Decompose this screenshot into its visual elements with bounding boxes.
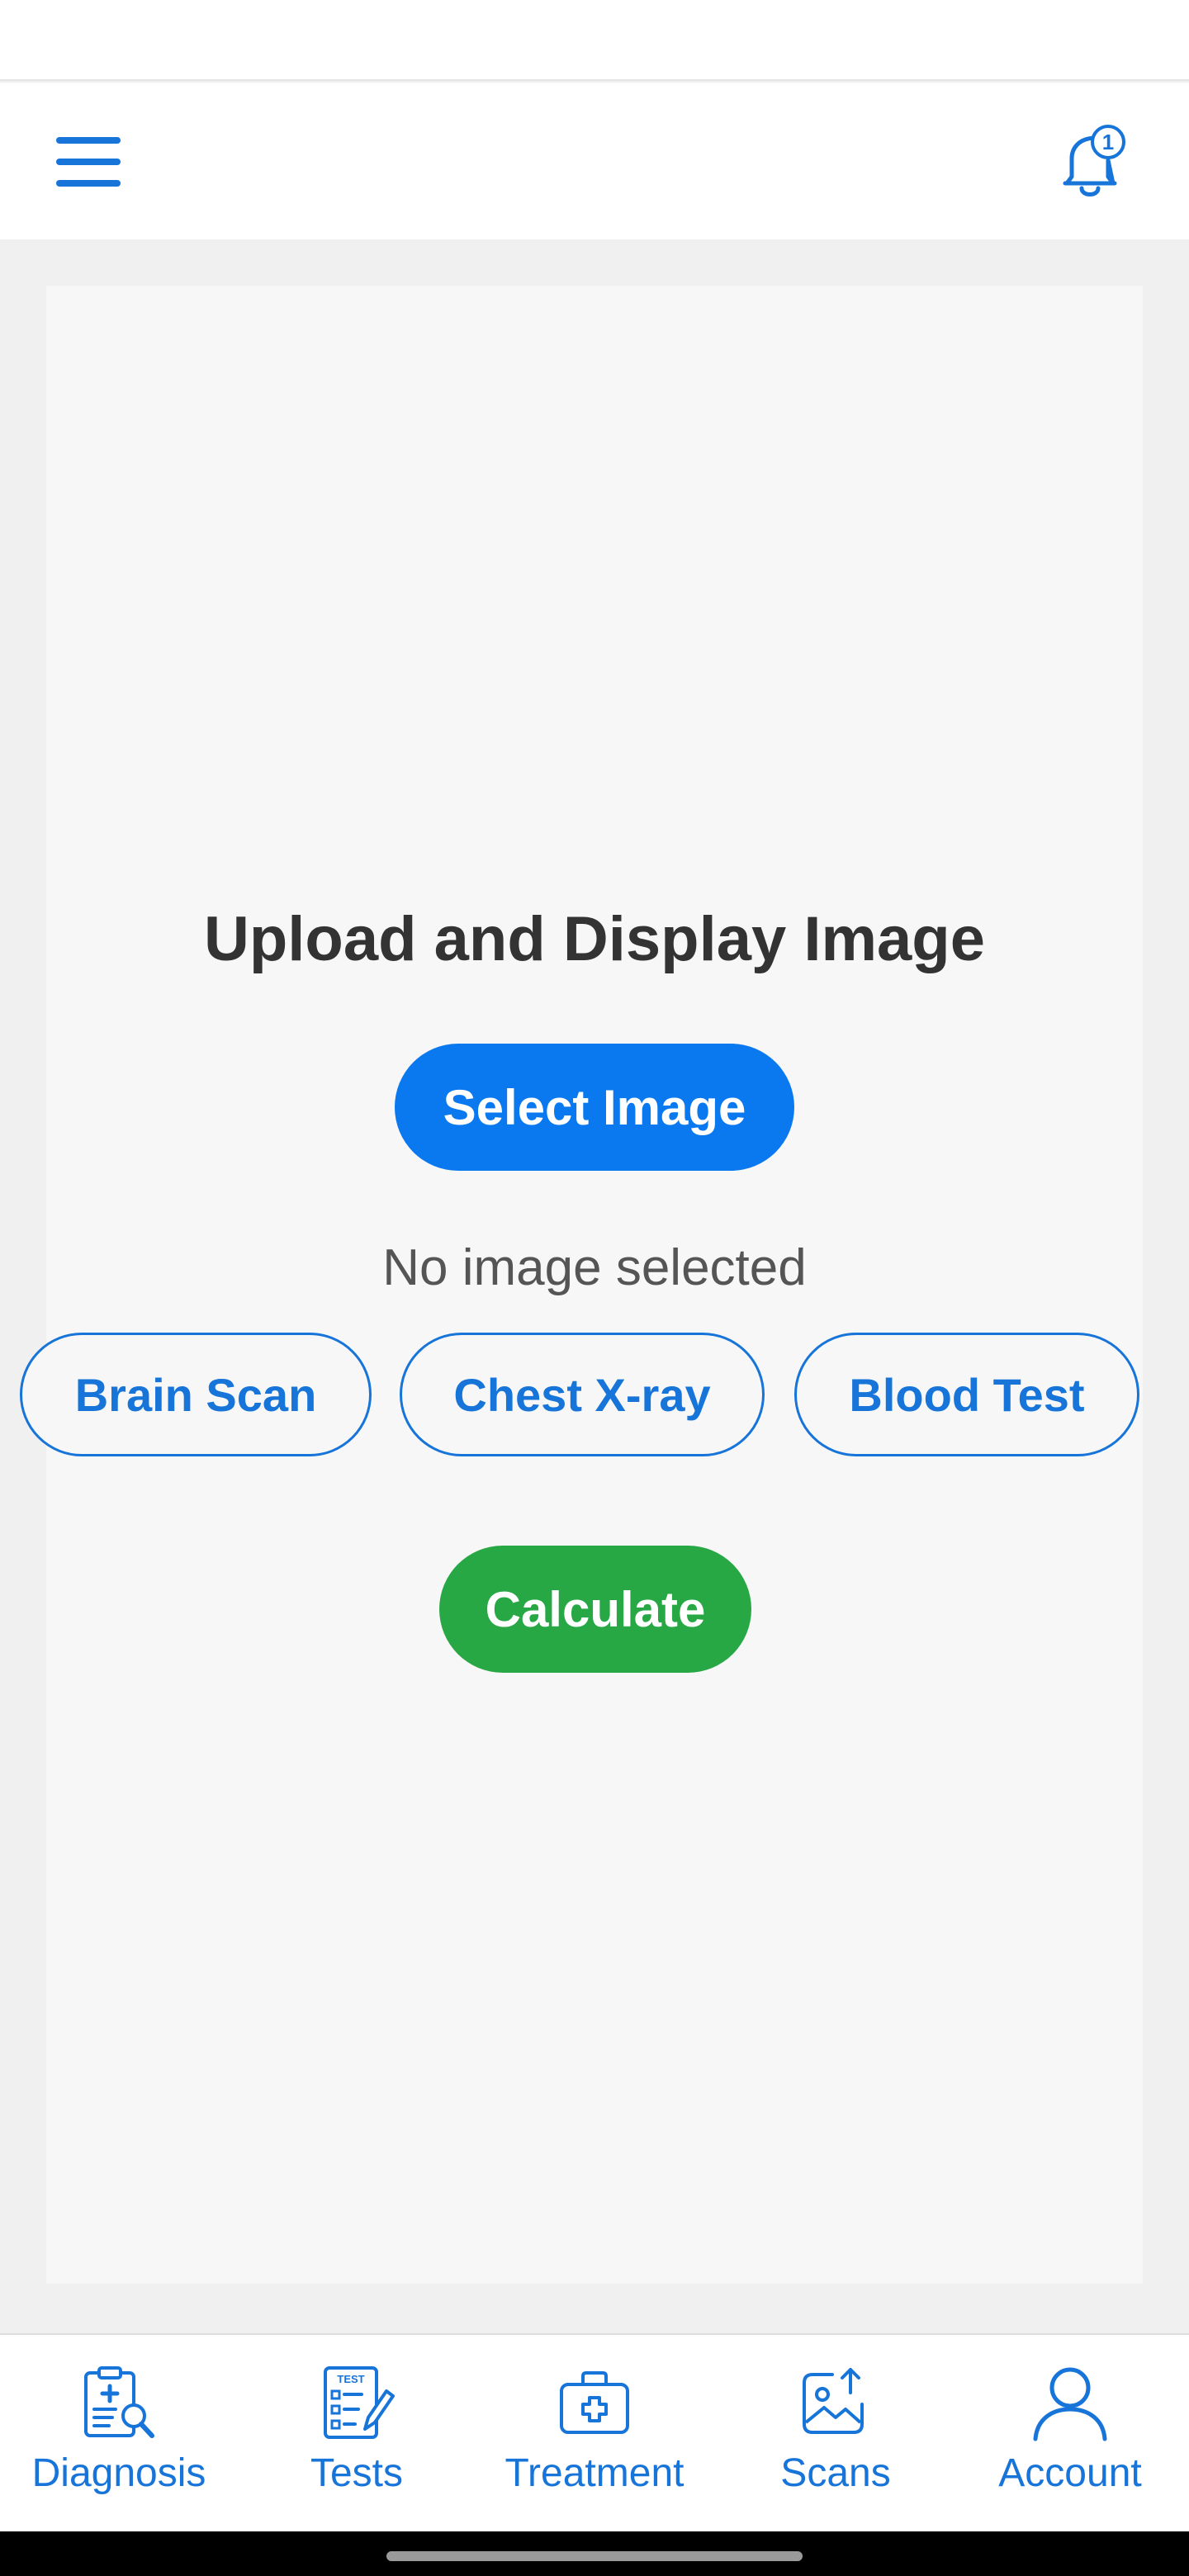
notification-button[interactable]: 1 xyxy=(1044,116,1136,208)
nav-item-diagnosis[interactable]: Diagnosis xyxy=(12,2335,226,2533)
nav-item-scans[interactable]: Scans xyxy=(728,2335,943,2533)
select-image-button[interactable]: Select Image xyxy=(395,1044,794,1171)
test-checklist-icon: TEST xyxy=(324,2366,395,2439)
notification-count: 1 xyxy=(1102,130,1114,154)
blood-test-button[interactable]: Blood Test xyxy=(794,1333,1139,1456)
image-upload-icon xyxy=(803,2368,864,2434)
nav-item-tests[interactable]: TEST Tests xyxy=(251,2335,462,2533)
svg-text:TEST: TEST xyxy=(337,2373,364,2385)
nav-item-account[interactable]: Account xyxy=(971,2335,1169,2533)
brain-scan-button[interactable]: Brain Scan xyxy=(20,1333,372,1456)
page-title: Upload and Display Image xyxy=(204,904,985,974)
home-indicator[interactable] xyxy=(386,2551,803,2561)
nav-label-diagnosis: Diagnosis xyxy=(31,2451,206,2495)
system-gesture-bar xyxy=(0,2531,1189,2576)
image-status-text: No image selected xyxy=(382,1239,807,1296)
first-aid-kit-icon xyxy=(560,2371,629,2434)
app-bar: 1 xyxy=(0,83,1189,239)
calculate-button[interactable]: Calculate xyxy=(439,1546,751,1673)
nav-label-scans: Scans xyxy=(780,2451,891,2495)
user-icon xyxy=(1033,2367,1107,2441)
nav-item-treatment[interactable]: Treatment xyxy=(487,2335,702,2533)
chest-xray-button[interactable]: Chest X-ray xyxy=(400,1333,765,1456)
hamburger-menu-icon xyxy=(56,137,121,187)
nav-label-treatment: Treatment xyxy=(504,2451,685,2495)
clipboard-search-icon xyxy=(84,2366,154,2438)
status-bar xyxy=(0,0,1189,81)
menu-button[interactable] xyxy=(43,124,135,200)
bell-icon: 1 xyxy=(1063,125,1125,197)
bottom-nav: Diagnosis TEST Tests Treatment Scans Acc… xyxy=(0,2333,1189,2531)
nav-label-account: Account xyxy=(998,2451,1142,2495)
nav-label-tests: Tests xyxy=(310,2451,404,2495)
